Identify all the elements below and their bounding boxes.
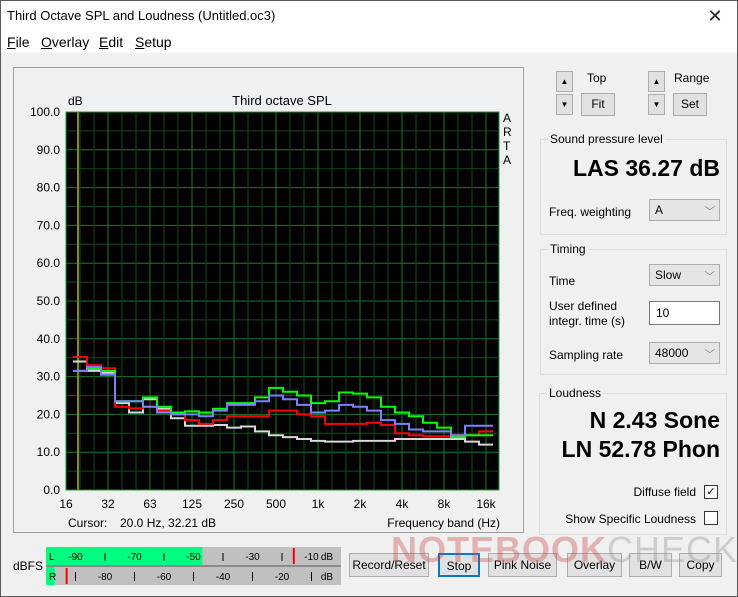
close-icon[interactable]: ✕ — [701, 4, 729, 28]
y-tick-label: 80.0 — [37, 181, 61, 195]
time-select[interactable]: Slow ⌵ — [649, 264, 720, 286]
range-up-button[interactable]: ▲ — [648, 71, 665, 92]
right-scale-label: -60 — [157, 572, 172, 583]
top-down-button[interactable]: ▼ — [556, 94, 573, 115]
x-tick-label: 63 — [143, 497, 157, 511]
x-tick-label: 16 — [59, 497, 73, 511]
y-tick-label: 10.0 — [37, 445, 61, 459]
cursor-label: Cursor: — [68, 516, 107, 530]
left-channel-label: L — [49, 552, 55, 563]
freq-weighting-select[interactable]: A ⌵ — [649, 199, 720, 221]
y-tick-label: 0.0 — [43, 483, 60, 497]
record-reset-button[interactable]: Record/Reset — [349, 553, 429, 577]
right-channel-label: R — [49, 572, 56, 583]
arta-letter: A — [503, 111, 511, 125]
arta-letter: A — [503, 153, 511, 167]
x-tick-label: 16k — [476, 497, 496, 511]
x-tick-label: 500 — [266, 497, 286, 511]
chevron-down-icon: ⌵ — [704, 267, 716, 278]
sampling-rate-select[interactable]: 48000 ⌵ — [649, 342, 720, 364]
x-tick-label: 125 — [182, 497, 202, 511]
range-label: Range — [674, 71, 710, 85]
loudness-group-title: Loudness — [547, 386, 604, 400]
window-title: Third Octave SPL and Loudness (Untitled.… — [7, 8, 276, 23]
sampling-rate-value: 48000 — [655, 346, 689, 360]
spl-group-title: Sound pressure level — [548, 132, 665, 146]
bw-button[interactable]: B/W — [629, 553, 672, 577]
title-bar: Third Octave SPL and Loudness (Untitled.… — [1, 1, 737, 31]
x-tick-label: 32 — [101, 497, 115, 511]
left-scale-label: -50 — [186, 552, 201, 563]
time-value: Slow — [655, 268, 682, 282]
menu-edit[interactable]: Edit — [99, 34, 123, 50]
cursor-value: 20.0 Hz, 32.21 dB — [120, 516, 216, 530]
chart-panel: Third octave SPL dB 0.0 10.0 20.0 30.0 40.0 5… — [13, 67, 524, 533]
chevron-down-icon: ⌵ — [704, 345, 716, 356]
menu-file[interactable]: File — [7, 34, 30, 50]
freq-weighting-value: A — [655, 203, 664, 217]
x-tick-label: 2k — [354, 497, 368, 511]
spl-value: LAS 36.27 dB — [573, 155, 720, 181]
dbfs-label: dBFS — [13, 559, 44, 573]
left-scale-label: -30 — [245, 552, 260, 563]
timing-group: Timing Time Slow ⌵ User defined integr. … — [540, 242, 727, 375]
y-tick-label: 50.0 — [37, 294, 61, 308]
y-tick-label: 100.0 — [30, 105, 60, 119]
menu-setup[interactable]: Setup — [135, 34, 172, 50]
top-label: Top — [587, 71, 607, 85]
left-scale-label: dB — [321, 552, 334, 563]
right-scale-label: -80 — [98, 572, 113, 583]
left-scale-label: -10 — [304, 552, 319, 563]
sampling-rate-label: Sampling rate — [549, 348, 624, 362]
integr-time-input[interactable]: 10 — [649, 301, 720, 325]
y-tick-label: 70.0 — [37, 218, 61, 232]
stop-button[interactable]: Stop — [438, 553, 480, 577]
specific-loudness-label: Show Specific Loudness — [565, 512, 696, 526]
set-button[interactable]: Set — [673, 93, 707, 116]
right-scale-label: -40 — [216, 572, 231, 583]
y-tick-label: 90.0 — [37, 143, 61, 157]
right-scale-label: dB — [321, 572, 334, 583]
pink-noise-button[interactable]: Pink Noise — [488, 553, 557, 577]
left-scale-label: -90 — [68, 552, 83, 563]
time-label: Time — [549, 274, 576, 288]
y-tick-label: 40.0 — [37, 332, 61, 346]
arta-letter: T — [503, 139, 511, 153]
freq-weighting-label: Freq. weighting — [549, 205, 632, 219]
x-tick-label: 4k — [396, 497, 410, 511]
diffuse-field-label: Diffuse field — [633, 485, 696, 499]
diffuse-field-checkbox[interactable]: ✓ — [704, 485, 718, 499]
y-tick-label: 60.0 — [37, 256, 61, 270]
menu-bar: File Overlay Edit Setup — [1, 31, 737, 53]
loudness-group: Loudness N 2.43 Sone LN 52.78 Phon Diffu… — [539, 386, 727, 535]
timing-group-title: Timing — [548, 242, 588, 256]
loudness-n-value: N 2.43 Sone — [589, 407, 720, 433]
chart-title: Third octave SPL — [232, 93, 332, 108]
spl-group: Sound pressure level LAS 36.27 dB Freq. … — [540, 132, 727, 235]
loudness-ln-value: LN 52.78 Phon — [561, 436, 720, 462]
range-down-button[interactable]: ▼ — [648, 94, 665, 115]
spl-chart[interactable]: Third octave SPL dB 0.0 10.0 20.0 30.0 40.0 5… — [14, 68, 525, 534]
x-tick-label: 1k — [312, 497, 326, 511]
x-tick-label: 8k — [438, 497, 452, 511]
chevron-down-icon: ⌵ — [704, 202, 716, 213]
left-scale-label: -70 — [127, 552, 142, 563]
right-scale-label: -20 — [275, 572, 290, 583]
overlay-button[interactable]: Overlay — [567, 553, 622, 577]
x-axis-label: Frequency band (Hz) — [387, 516, 500, 530]
y-tick-label: 20.0 — [37, 407, 61, 421]
y-axis-label: dB — [68, 94, 83, 108]
top-up-button[interactable]: ▲ — [556, 71, 573, 92]
x-tick-label: 250 — [224, 497, 244, 511]
y-tick-label: 30.0 — [37, 370, 61, 384]
level-meter: L R -90 -70 -50 -30 -10 dB -80 -60 -40 -20 dB — [46, 547, 341, 585]
app-window: Third Octave SPL and Loudness (Untitled.… — [0, 0, 738, 597]
specific-loudness-checkbox[interactable] — [704, 511, 718, 525]
arta-letter: R — [503, 125, 512, 139]
copy-button[interactable]: Copy — [679, 553, 722, 577]
menu-overlay[interactable]: Overlay — [41, 34, 89, 50]
integr-time-label-1: User defined — [549, 299, 618, 313]
integr-time-label-2: integr. time (s) — [549, 314, 626, 328]
fit-button[interactable]: Fit — [581, 93, 615, 116]
